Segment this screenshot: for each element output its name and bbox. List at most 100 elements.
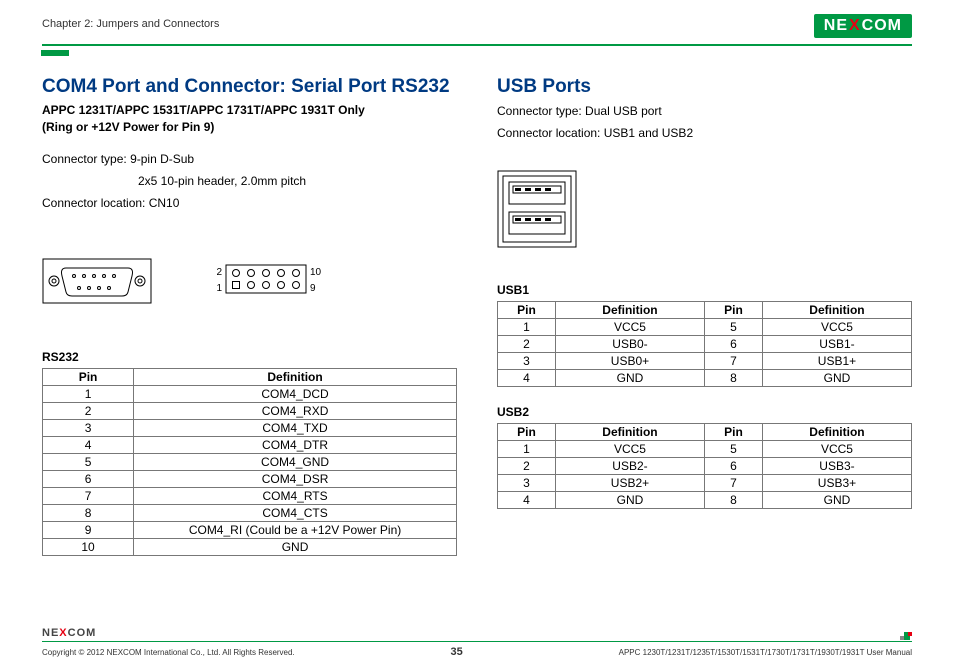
cell-def: COM4_CTS [134,504,457,521]
cell-pin: 8 [704,370,762,387]
table-row: 4GND8GND [498,492,912,509]
usb1-label: USB1 [497,283,912,297]
table-row: 2COM4_RXD [43,402,457,419]
cell-pin: 7 [704,353,762,370]
table-row: 4COM4_DTR [43,436,457,453]
cell-def: GND [762,370,911,387]
pin10-label: 10 [310,267,322,278]
th-def: Definition [555,302,704,319]
table-row: 7COM4_RTS [43,487,457,504]
cell-pin: 8 [43,504,134,521]
cell-def: VCC5 [762,441,911,458]
com4-subtitle-line1: APPC 1231T/APPC 1531T/APPC 1731T/APPC 19… [42,103,365,117]
cell-def: USB3+ [762,475,911,492]
th-pin: Pin [498,424,556,441]
pin9-label: 9 [310,283,316,294]
conn-type-label: Connector type: [42,152,130,166]
cell-def: VCC5 [555,441,704,458]
com4-subtitle: APPC 1231T/APPC 1531T/APPC 1731T/APPC 19… [42,102,457,136]
table-row: 1COM4_DCD [43,385,457,402]
footer-logo-x: X [59,627,67,639]
cell-def: USB0+ [555,353,704,370]
dsub-icon [42,258,152,304]
table-row: 9COM4_RI (Could be a +12V Power Pin) [43,521,457,538]
cell-def: COM4_DSR [134,470,457,487]
table-row: 10GND [43,538,457,555]
com4-subtitle-line2: (Ring or +12V Power for Pin 9) [42,120,214,134]
cell-pin: 7 [43,487,134,504]
usb1-table: Pin Definition Pin Definition 1VCC55VCC5… [497,301,912,387]
cell-pin: 5 [704,319,762,336]
header-rule [42,44,912,46]
table-row: 4GND8GND [498,370,912,387]
pin1-label: 1 [216,283,222,294]
usb-diagram [497,170,912,253]
cell-def: COM4_RI (Could be a +12V Power Pin) [134,521,457,538]
usb-title: USB Ports [497,76,912,98]
conn-loc: Connector location: CN10 [42,194,457,212]
table-row: 6COM4_DSR [43,470,457,487]
cell-def: GND [134,538,457,555]
cell-pin: 2 [498,458,556,475]
usb2-label: USB2 [497,405,912,419]
table-row: 3USB2+7USB3+ [498,475,912,492]
cell-pin: 1 [43,385,134,402]
footer: NEXCOM Copyright © 2012 NEXCOM Internati… [42,627,912,658]
cell-pin: 1 [498,319,556,336]
cell-def: USB1- [762,336,911,353]
cell-def: COM4_DCD [134,385,457,402]
cell-def: GND [555,370,704,387]
cell-def: USB2+ [555,475,704,492]
th-pin: Pin [498,302,556,319]
cell-pin: 9 [43,521,134,538]
com4-title: COM4 Port and Connector: Serial Port RS2… [42,76,457,98]
cell-def: COM4_DTR [134,436,457,453]
table-row: 3COM4_TXD [43,419,457,436]
usb2-table: Pin Definition Pin Definition 1VCC55VCC5… [497,423,912,509]
th-def: Definition [555,424,704,441]
com4-diagrams: 2 1 10 9 [42,258,457,304]
th-pin: Pin [43,368,134,385]
cell-pin: 2 [43,402,134,419]
conn-type-line1: Connector type: 9-pin D-Sub [42,150,457,168]
cell-def: USB1+ [762,353,911,370]
pin-header-icon: 2 1 10 9 [212,261,332,301]
cell-def: USB2- [555,458,704,475]
cell-pin: 1 [498,441,556,458]
table-row: 2USB2-6USB3- [498,458,912,475]
cell-pin: 3 [498,475,556,492]
cell-def: VCC5 [555,319,704,336]
conn-type-line2: 2x5 10-pin header, 2.0mm pitch [42,172,457,190]
th-def: Definition [762,302,911,319]
cell-pin: 4 [498,370,556,387]
cell-pin: 2 [498,336,556,353]
cell-pin: 3 [498,353,556,370]
rs232-table: Pin Definition 1COM4_DCD2COM4_RXD3COM4_T… [42,368,457,556]
cell-def: VCC5 [762,319,911,336]
cell-def: COM4_RXD [134,402,457,419]
table-row: 1VCC55VCC5 [498,319,912,336]
cell-def: USB3- [762,458,911,475]
cell-pin: 6 [704,336,762,353]
table-row: 5COM4_GND [43,453,457,470]
pin2-label: 2 [216,267,222,278]
page-number: 35 [451,646,463,658]
cell-pin: 5 [704,441,762,458]
right-column: USB Ports Connector type: Dual USB port … [497,76,912,556]
conn-type-val1: 9-pin D-Sub [130,152,194,166]
footer-logo-right: COM [68,627,97,639]
th-def: Definition [134,368,457,385]
cell-def: GND [555,492,704,509]
chapter-title: Chapter 2: Jumpers and Connectors [42,14,219,30]
table-row: 2USB0-6USB1- [498,336,912,353]
footer-rule [42,641,912,642]
left-column: COM4 Port and Connector: Serial Port RS2… [42,76,457,556]
footer-logo-left: NE [42,627,59,639]
cell-pin: 7 [704,475,762,492]
cell-def: GND [762,492,911,509]
logo-text-x: X [849,17,861,35]
manual-name: APPC 1230T/1231T/1235T/1530T/1531T/1730T… [619,648,912,657]
cell-pin: 8 [704,492,762,509]
rs232-label: RS232 [42,350,457,364]
cell-pin: 4 [498,492,556,509]
